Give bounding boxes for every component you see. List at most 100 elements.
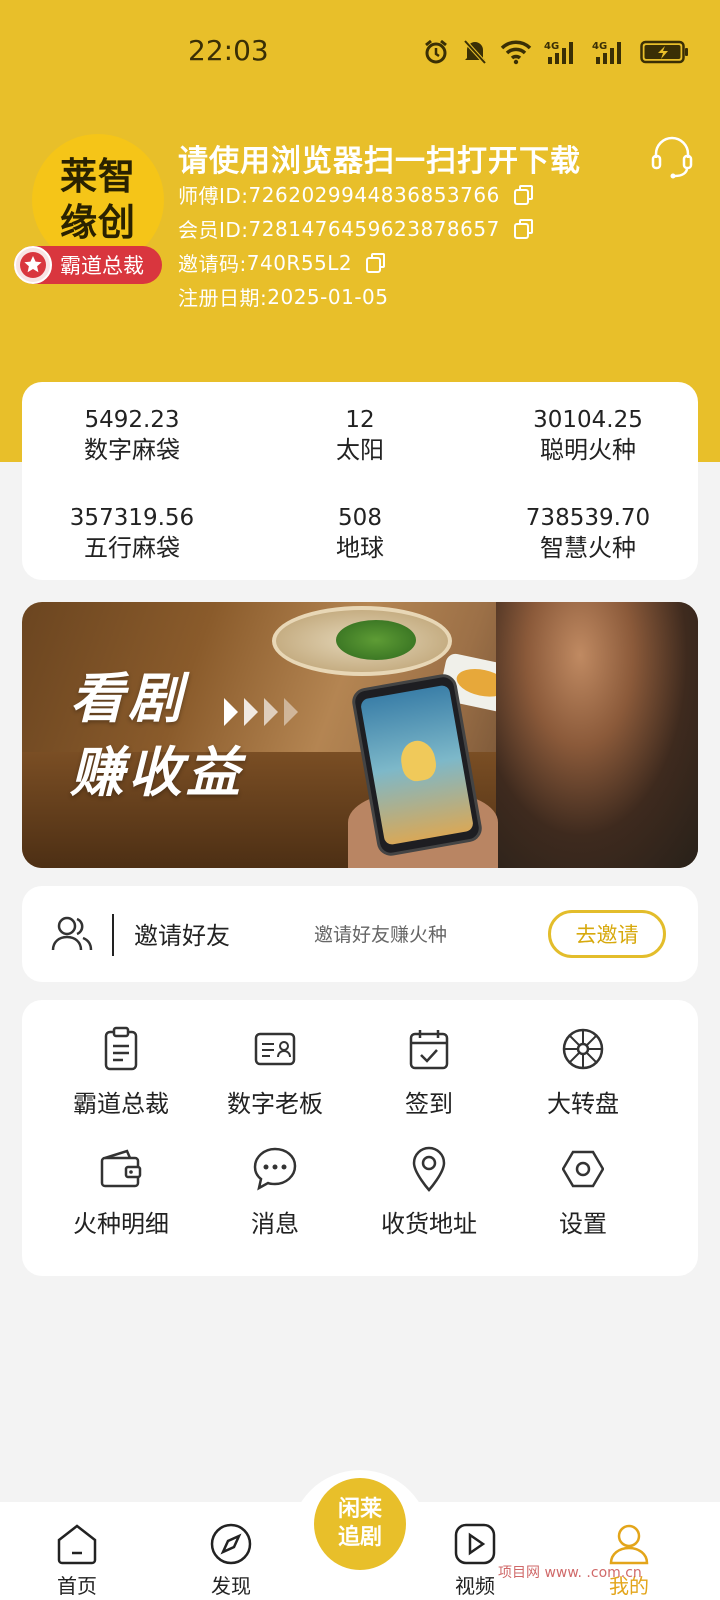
home-icon <box>32 1520 122 1568</box>
menu-item-settings[interactable]: 设置 <box>508 1144 658 1239</box>
menu-label: 收货地址 <box>381 1210 477 1238</box>
menu-item-checkin[interactable]: 签到 <box>354 1024 504 1119</box>
member-id-label: 会员ID: <box>178 218 249 242</box>
nav-mine[interactable]: 我的 <box>584 1520 674 1599</box>
status-time: 22:03 <box>188 34 269 67</box>
wallet-icon <box>46 1144 196 1194</box>
menu-label: 消息 <box>251 1210 299 1238</box>
play-arrows-icon <box>224 692 308 736</box>
id-card-icon <box>200 1024 350 1074</box>
wheel-icon <box>508 1024 658 1074</box>
menu-label: 霸道总裁 <box>73 1090 169 1118</box>
invite-title: 邀请好友 <box>134 922 230 950</box>
svg-text:4G: 4G <box>592 41 607 52</box>
copy-icon[interactable] <box>364 251 388 275</box>
svg-text:4G: 4G <box>544 41 559 52</box>
stat-value: 30104.25 <box>533 407 643 433</box>
stat-label: 数字麻袋 <box>84 436 180 464</box>
stat-label: 五行麻袋 <box>84 534 180 562</box>
stat-item[interactable]: 12 太阳 <box>250 406 470 466</box>
stat-item[interactable]: 738539.70 智慧火种 <box>478 504 698 564</box>
banner-person <box>496 602 698 868</box>
hexagon-settings-icon <box>508 1144 658 1194</box>
register-date-label: 注册日期: <box>178 286 268 310</box>
menu-label: 签到 <box>405 1090 453 1118</box>
menu-item-hzmx[interactable]: 火种明细 <box>46 1144 196 1239</box>
invite-code-row: 邀请码: 740R55L2 <box>178 248 388 277</box>
nav-video[interactable]: 视频 <box>430 1520 520 1599</box>
friends-icon <box>50 912 94 960</box>
chat-icon <box>200 1144 350 1194</box>
center-label: 闲莱追剧 <box>337 1497 382 1550</box>
menu-label: 火种明细 <box>73 1210 169 1238</box>
copy-icon[interactable] <box>512 217 536 241</box>
battery-charging-icon <box>640 40 688 64</box>
menu-label: 数字老板 <box>227 1090 323 1118</box>
nav-home[interactable]: 首页 <box>32 1520 122 1599</box>
menu-item-bdzc[interactable]: 霸道总裁 <box>46 1024 196 1119</box>
headset-support-icon[interactable] <box>650 134 694 184</box>
banner-line-2: 赚收益 <box>70 741 244 804</box>
location-icon <box>354 1144 504 1194</box>
rank-badge: 霸道总裁 <box>14 246 162 284</box>
stat-value: 5492.23 <box>84 407 180 433</box>
stat-item[interactable]: 30104.25 聪明火种 <box>478 406 698 466</box>
drama-banner[interactable]: 看剧 赚收益 <box>22 602 698 868</box>
register-date-value: 2025-01-05 <box>267 284 389 309</box>
menu-card: 霸道总裁 数字老板 签到 大转盘 火种明细 消息 收货地址 设置 <box>22 1000 698 1276</box>
menu-item-wheel[interactable]: 大转盘 <box>508 1024 658 1119</box>
user-icon <box>584 1520 674 1568</box>
nav-label: 首页 <box>57 1574 97 1598</box>
menu-label: 大转盘 <box>547 1090 619 1118</box>
member-id-value: 7281476459623878657 <box>248 216 500 241</box>
status-icons: 4G 4G <box>422 38 690 66</box>
menu-label: 设置 <box>559 1210 607 1238</box>
master-id-value: 7262029944836853766 <box>248 182 500 207</box>
alarm-icon <box>425 39 447 64</box>
invite-code-value: 740R55L2 <box>246 250 353 275</box>
invite-code-label: 邀请码: <box>178 252 247 276</box>
stat-item[interactable]: 5492.23 数字麻袋 <box>22 406 242 466</box>
rank-label: 霸道总裁 <box>60 254 144 278</box>
master-id-label: 师傅ID: <box>178 184 249 208</box>
calendar-check-icon <box>354 1024 504 1074</box>
invite-card: 邀请好友 邀请好友赚火种 去邀请 <box>22 886 698 982</box>
status-bar: 22:03 4G 4G <box>0 0 720 100</box>
master-id-row: 师傅ID: 7262029944836853766 <box>178 180 536 209</box>
play-icon <box>430 1520 520 1568</box>
menu-item-szlb[interactable]: 数字老板 <box>200 1024 350 1119</box>
stat-value: 738539.70 <box>525 505 651 531</box>
menu-item-messages[interactable]: 消息 <box>200 1144 350 1239</box>
signal-4g-icon: 4G <box>592 41 621 64</box>
stat-item[interactable]: 357319.56 五行麻袋 <box>22 504 242 564</box>
banner-plate <box>272 606 452 676</box>
invite-divider <box>112 914 114 956</box>
copy-icon[interactable] <box>512 183 536 207</box>
invite-button[interactable]: 去邀请 <box>548 910 666 958</box>
rank-star-icon <box>14 246 52 284</box>
mute-bell-icon <box>463 39 487 65</box>
nav-label: 发现 <box>211 1574 251 1598</box>
compass-icon <box>186 1520 276 1568</box>
nav-center-drama-button[interactable]: 闲莱追剧 <box>314 1478 406 1570</box>
clipboard-icon <box>46 1024 196 1074</box>
stat-label: 聪明火种 <box>540 436 636 464</box>
stat-value: 357319.56 <box>69 505 195 531</box>
download-headline: 请使用浏览器扫一扫打开下载 <box>178 144 581 179</box>
stat-value: 508 <box>338 505 382 531</box>
stat-label: 智慧火种 <box>540 534 636 562</box>
invite-subtitle: 邀请好友赚火种 <box>314 924 448 946</box>
member-id-row: 会员ID: 7281476459623878657 <box>178 214 536 243</box>
stat-label: 太阳 <box>336 436 384 464</box>
stat-label: 地球 <box>336 534 384 562</box>
register-date-row: 注册日期: 2025-01-05 <box>178 282 388 311</box>
signal-4g-icon: 4G <box>544 41 573 64</box>
stats-card: 5492.23 数字麻袋 12 太阳 30104.25 聪明火种 357319.… <box>22 382 698 580</box>
wifi-icon <box>500 40 532 65</box>
stat-item[interactable]: 508 地球 <box>250 504 470 564</box>
stat-value: 12 <box>345 407 375 433</box>
banner-title: 看剧 赚收益 <box>70 662 244 810</box>
menu-item-address[interactable]: 收货地址 <box>354 1144 504 1239</box>
watermark: 项目网 www. .com.cn <box>498 1565 642 1581</box>
nav-discover[interactable]: 发现 <box>186 1520 276 1599</box>
